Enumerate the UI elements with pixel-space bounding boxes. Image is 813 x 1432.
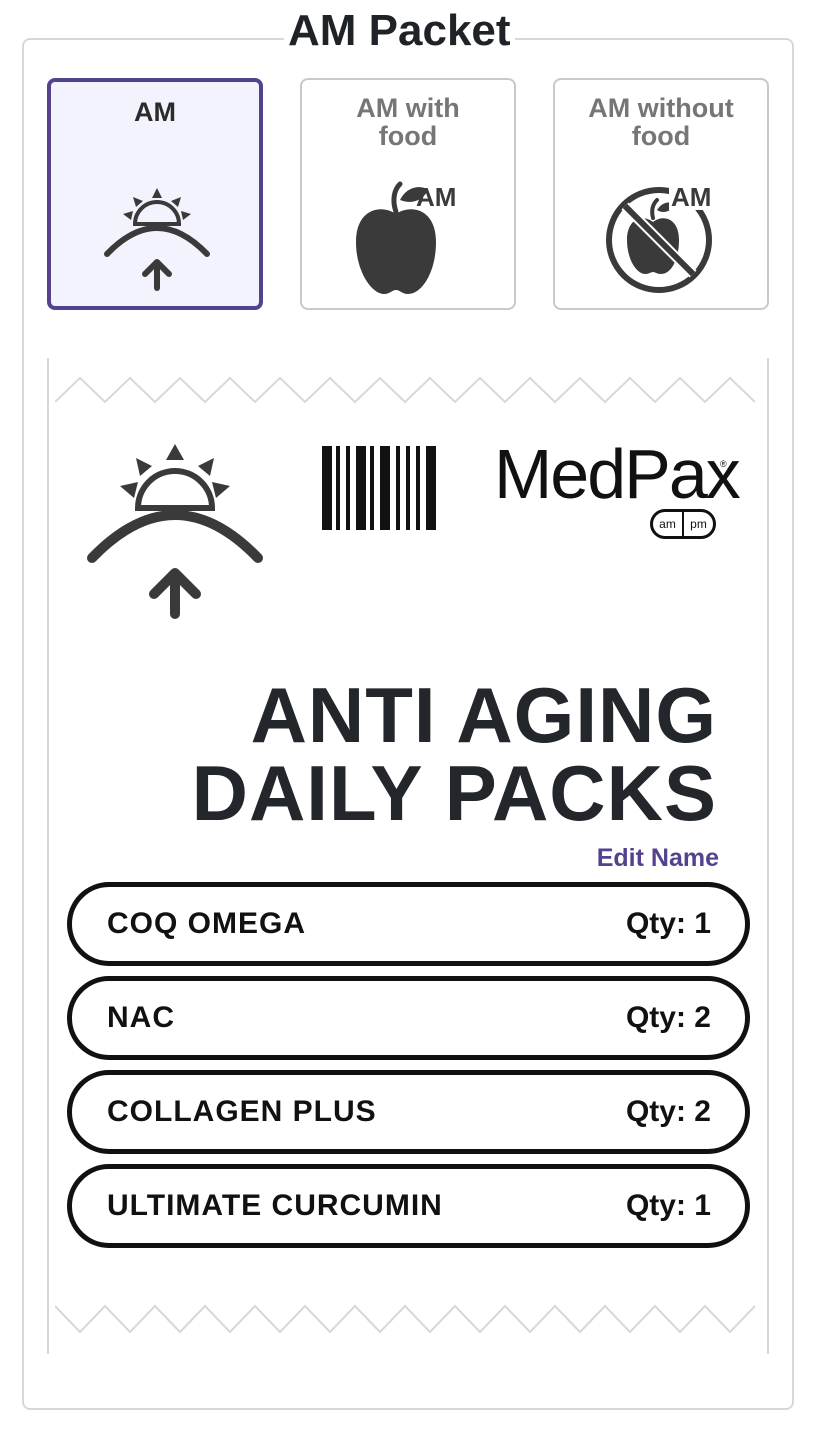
item-name: COLLAGEN PLUS [107, 1095, 377, 1128]
option-am-without-food[interactable]: AM without food AM [553, 78, 769, 310]
item-name: COQ OMEGA [107, 907, 307, 940]
page-title: AM Packet [284, 6, 515, 60]
list-item: COLLAGEN PLUS Qty: 2 [67, 1070, 750, 1154]
sunrise-icon [104, 188, 210, 291]
item-name: ULTIMATE CURCUMIN [107, 1189, 443, 1222]
packet-type-options: AM AM with food AM AM without food AM [47, 78, 769, 310]
am-badge: AM [416, 182, 456, 212]
no-apple-am-icon: AM [606, 182, 719, 293]
brand-logo: MedPax [494, 435, 741, 513]
option-am-without-food-label: AM without food [588, 93, 734, 151]
item-qty: Qty: 1 [625, 1189, 711, 1222]
item-qty: Qty: 2 [625, 1001, 711, 1034]
tear-edge-bottom [55, 1304, 756, 1334]
pill-pm: pm [690, 517, 707, 531]
list-item: COQ OMEGA Qty: 1 [67, 882, 750, 966]
option-am[interactable]: AM [47, 78, 263, 310]
tear-edge-top [55, 376, 756, 404]
am-badge: AM [671, 182, 711, 212]
pack-name: ANTI AGING DAILY PACKS [191, 671, 717, 837]
item-qty: Qty: 1 [625, 907, 711, 940]
pill-am: am [659, 517, 676, 531]
sunrise-icon [87, 444, 263, 619]
apple-am-icon: AM [356, 181, 456, 294]
list-item: ULTIMATE CURCUMIN Qty: 1 [67, 1164, 750, 1248]
item-name: NAC [107, 1001, 175, 1034]
am-pm-pill-logo: am pm [650, 509, 716, 539]
barcode-icon [322, 446, 436, 530]
edit-name-link[interactable]: Edit Name [597, 842, 719, 874]
option-am-with-food[interactable]: AM with food AM [300, 78, 516, 310]
option-am-label: AM [134, 97, 176, 127]
list-item: NAC Qty: 2 [67, 976, 750, 1060]
item-qty: Qty: 2 [625, 1095, 711, 1128]
registered-mark: ® [720, 459, 727, 469]
option-am-with-food-label: AM with food [356, 93, 460, 151]
